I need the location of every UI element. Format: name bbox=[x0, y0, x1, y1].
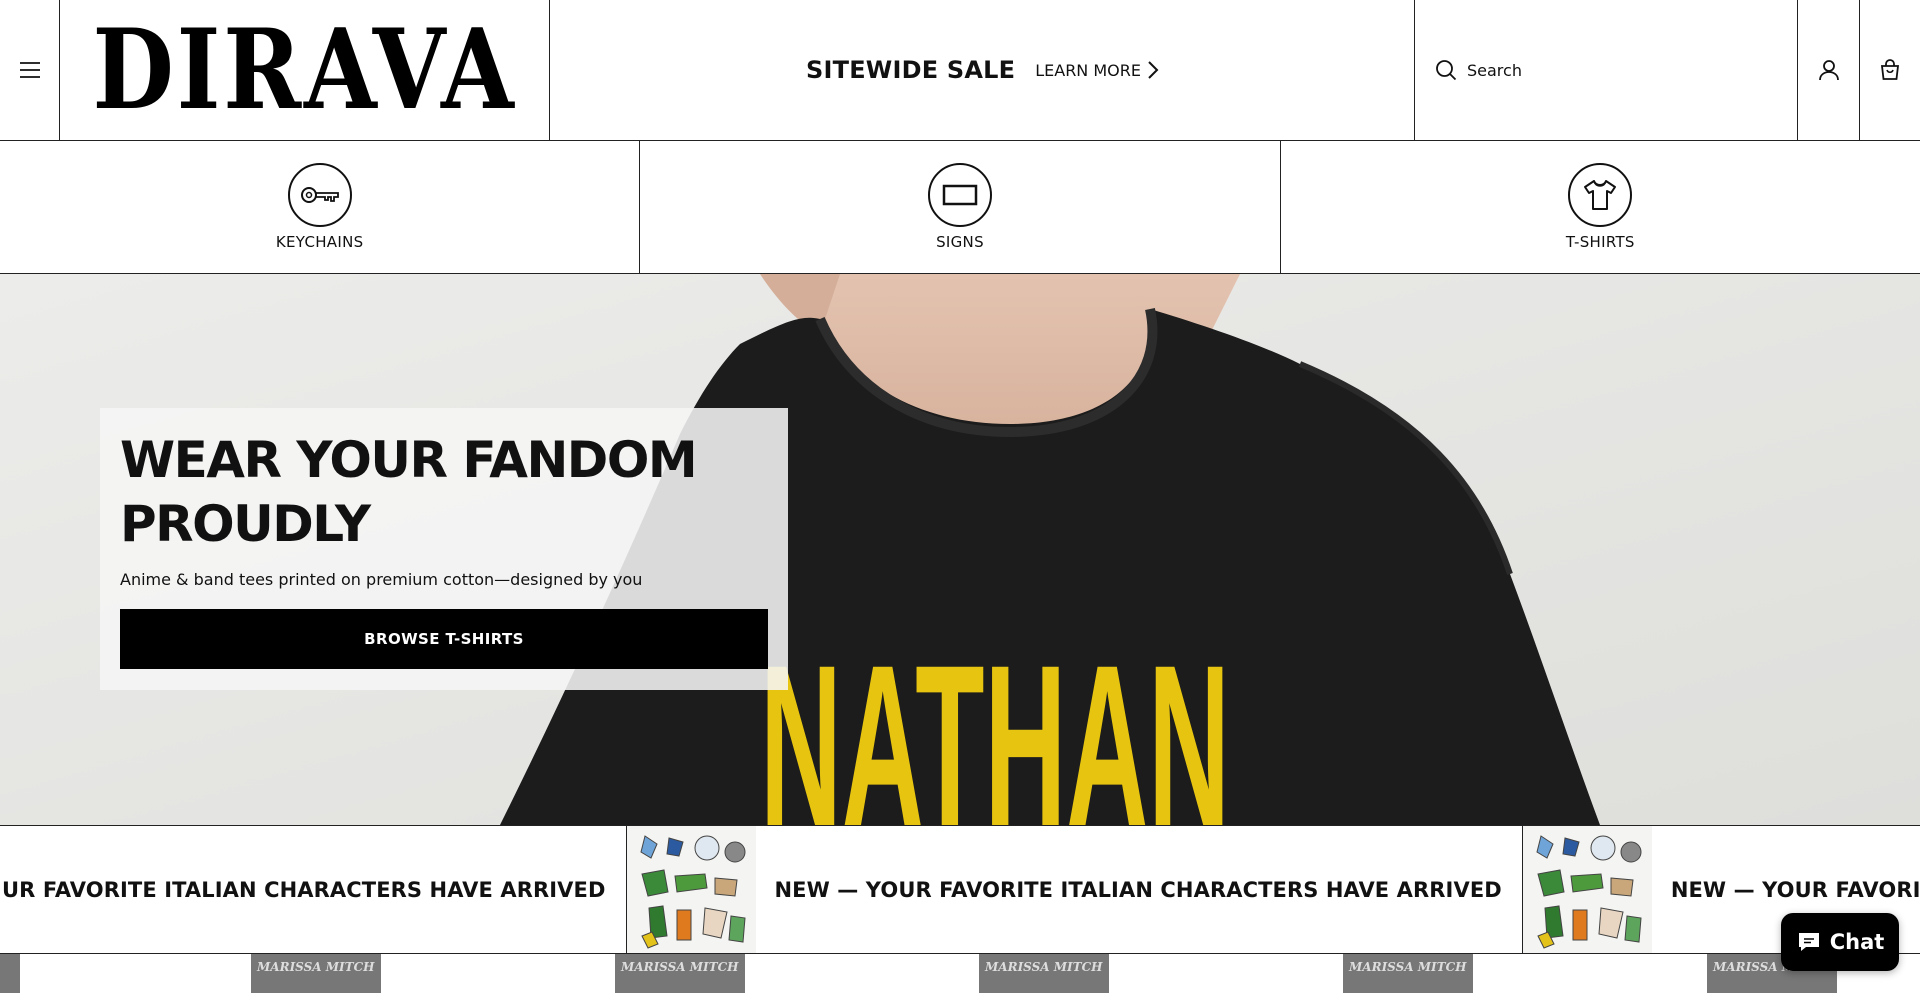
user-account-icon bbox=[1818, 60, 1839, 81]
hero-subtitle: Anime & band tees printed on premium cot… bbox=[120, 570, 643, 589]
learn-more-label: LEARN MORE bbox=[1035, 60, 1141, 80]
keychains-thumbnail[interactable] bbox=[1521, 826, 1652, 953]
hamburger-menu-icon bbox=[19, 62, 40, 78]
key-icon bbox=[287, 163, 352, 227]
category-nav: KEYCHAINS SIGNS T-SHIRTS bbox=[0, 141, 1920, 274]
keychains-thumbnail[interactable] bbox=[625, 826, 756, 953]
hero-card: WEAR YOUR FANDOM PROUDLY Anime & band te… bbox=[100, 408, 788, 690]
product-thumbnail[interactable] bbox=[0, 954, 20, 993]
tshirt-icon bbox=[1568, 163, 1633, 227]
product-thumbnail[interactable]: MARISSA MITCH bbox=[979, 954, 1109, 993]
category-label: T-SHIRTS bbox=[1565, 233, 1635, 251]
marquee-text: NEW — YOUR FAVORITE ITALIAN CHARACTERS H… bbox=[1670, 877, 1920, 902]
menu-button[interactable] bbox=[0, 0, 60, 140]
product-thumbnail[interactable]: MARISSA MITCH bbox=[1343, 954, 1473, 993]
category-signs[interactable]: SIGNS bbox=[640, 141, 1281, 273]
product-strip: MARISSA MITCH MARISSA MITCH MARISSA MITC… bbox=[0, 954, 1920, 993]
promo-banner: SITEWIDE SALE LEARN MORE bbox=[550, 0, 1415, 140]
category-keychains[interactable]: KEYCHAINS bbox=[0, 141, 641, 273]
logo-link[interactable]: DIRAVA bbox=[60, 0, 550, 140]
site-header: DIRAVA SITEWIDE SALE LEARN MORE bbox=[0, 0, 1920, 141]
browse-tshirts-button[interactable]: BROWSE T-SHIRTS bbox=[120, 609, 768, 669]
chat-bubble-icon bbox=[1798, 933, 1819, 951]
chat-label: Chat bbox=[1829, 930, 1885, 954]
hero-banner: NATHAN WEAR YOUR FANDOM PROUDLY Anime & … bbox=[0, 274, 1920, 825]
sign-rectangle-icon bbox=[927, 163, 992, 227]
shopping-bag-icon bbox=[1880, 59, 1900, 80]
product-thumbnail[interactable]: MARISSA MITCH bbox=[615, 954, 745, 993]
search-input[interactable] bbox=[1467, 60, 1767, 80]
marquee-text: NEW — YOUR FAVORITE ITALIAN CHARACTERS H… bbox=[774, 877, 1502, 902]
hero-title: WEAR YOUR FANDOM PROUDLY bbox=[120, 431, 698, 553]
product-thumbnail[interactable]: MARISSA MITCH bbox=[251, 954, 381, 993]
category-tshirts[interactable]: T-SHIRTS bbox=[1281, 141, 1920, 273]
announcement-marquee: UR FAVORITE ITALIAN CHARACTERS HAVE ARRI… bbox=[0, 825, 1920, 954]
learn-more-link[interactable]: LEARN MORE bbox=[1035, 61, 1159, 80]
marquee-text: UR FAVORITE ITALIAN CHARACTERS HAVE ARRI… bbox=[2, 877, 606, 902]
chat-button[interactable]: Chat bbox=[1781, 913, 1899, 971]
logo: DIRAVA bbox=[92, 5, 517, 135]
search-icon bbox=[1436, 60, 1457, 81]
category-label: KEYCHAINS bbox=[275, 233, 364, 251]
account-button[interactable] bbox=[1798, 0, 1860, 140]
shirt-print-text: NATHAN bbox=[760, 617, 1230, 825]
search-field[interactable] bbox=[1414, 0, 1798, 140]
promo-title: SITEWIDE SALE bbox=[806, 56, 1016, 84]
cart-button[interactable] bbox=[1860, 0, 1920, 140]
category-label: SIGNS bbox=[936, 233, 984, 251]
chevron-right-icon bbox=[1148, 61, 1159, 79]
